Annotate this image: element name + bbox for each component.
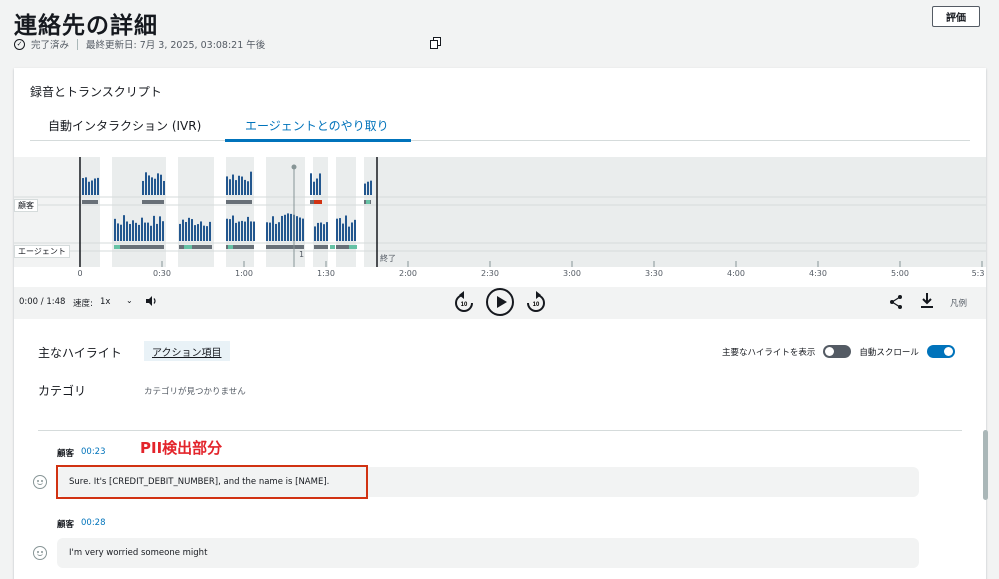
forward-10-icon[interactable]: 10 xyxy=(526,291,546,313)
meta-divider xyxy=(77,38,79,50)
volume-icon[interactable] xyxy=(145,295,157,307)
copy-icon[interactable] xyxy=(430,37,442,49)
transcript-message: I'm very worried someone might xyxy=(57,538,919,568)
marker-label: 1 xyxy=(299,250,305,259)
smiley-icon xyxy=(33,475,47,489)
check-circle-icon: ✓ xyxy=(14,38,25,50)
categories-label: カテゴリ xyxy=(38,384,87,398)
last-updated-text: 最終更新日: 7月 3, 2025, 03:08:21 午後 xyxy=(86,40,266,51)
scrollbar[interactable] xyxy=(983,430,988,500)
timeline-graphic xyxy=(14,157,986,267)
action-items-tag[interactable]: アクション項目 xyxy=(144,341,230,361)
audio-player: 0:00 / 1:48 速度: 1x ⌄ 10 10 凡例 xyxy=(14,287,986,319)
tick-label: 5:3 xyxy=(971,269,985,278)
speaker-label: 顧客 xyxy=(57,520,75,530)
chevron-down-icon[interactable]: ⌄ xyxy=(126,296,133,305)
divider xyxy=(38,430,962,431)
share-icon[interactable] xyxy=(890,295,902,309)
end-label: 終了 xyxy=(380,254,396,263)
tick-label: 3:30 xyxy=(645,269,663,278)
categories-empty-text: カテゴリが見つかりません xyxy=(144,387,246,397)
auto-scroll-toggle[interactable] xyxy=(926,345,955,358)
toggle-row: 主要なハイライトを表示 自動スクロール xyxy=(722,345,963,358)
svg-text:10: 10 xyxy=(533,302,540,308)
auto-scroll-label: 自動スクロール xyxy=(859,347,919,358)
tick-label: 4:30 xyxy=(809,269,827,278)
pii-highlight-box xyxy=(56,465,368,499)
show-highlights-label: 主要なハイライトを表示 xyxy=(722,347,816,358)
message-timestamp[interactable]: 00:28 xyxy=(81,518,106,528)
speed-select[interactable]: 1x xyxy=(100,297,110,307)
contact-meta: ✓ 完了済み 最終更新日: 7月 3, 2025, 03:08:21 午後 xyxy=(14,37,265,51)
speaker-label: 顧客 xyxy=(57,449,75,459)
speed-label: 速度: xyxy=(73,299,93,309)
svg-text:10: 10 xyxy=(461,302,468,308)
page-title: 連絡先の詳細 xyxy=(14,13,158,39)
message-timestamp[interactable]: 00:23 xyxy=(81,447,106,457)
tick-label: 1:00 xyxy=(235,269,253,278)
audio-timeline[interactable]: 顧客 エージェント 1 終了 0 0:30 1:00 1:30 2:00 2:3… xyxy=(14,157,986,278)
tick-label: 0:30 xyxy=(153,269,171,278)
rewind-10-icon[interactable]: 10 xyxy=(454,291,474,313)
section-title: 録音とトランスクリプト xyxy=(30,85,162,99)
tick-label: 5:00 xyxy=(891,269,909,278)
track-label-agent: エージェント xyxy=(14,245,70,258)
tab-ivr[interactable]: 自動インタラクション (IVR) xyxy=(48,117,201,142)
tick-label: 4:00 xyxy=(727,269,745,278)
tick-label: 2:30 xyxy=(481,269,499,278)
legend-button[interactable]: 凡例 xyxy=(950,297,967,309)
track-label-customer: 顧客 xyxy=(14,199,38,212)
pii-annotation-label: PII検出部分 xyxy=(140,439,223,457)
tick-label: 0 xyxy=(77,269,83,278)
rate-button[interactable]: 評価 xyxy=(932,6,980,27)
tick-label: 1:30 xyxy=(317,269,335,278)
active-tab-indicator xyxy=(225,139,411,142)
tab-bar: 自動インタラクション (IVR) エージェントとのやり取り xyxy=(30,113,970,142)
tick-label: 3:00 xyxy=(563,269,581,278)
tick-label: 2:00 xyxy=(399,269,417,278)
smiley-icon xyxy=(33,546,47,560)
download-icon[interactable] xyxy=(920,293,934,309)
recording-card: 録音とトランスクリプト 自動インタラクション (IVR) エージェントとのやり取… xyxy=(14,68,986,579)
play-icon[interactable] xyxy=(486,288,514,316)
highlights-label: 主なハイライト xyxy=(38,346,122,360)
show-highlights-toggle[interactable] xyxy=(823,345,852,358)
status-text: 完了済み xyxy=(31,40,70,51)
playback-time: 0:00 / 1:48 xyxy=(19,297,66,307)
